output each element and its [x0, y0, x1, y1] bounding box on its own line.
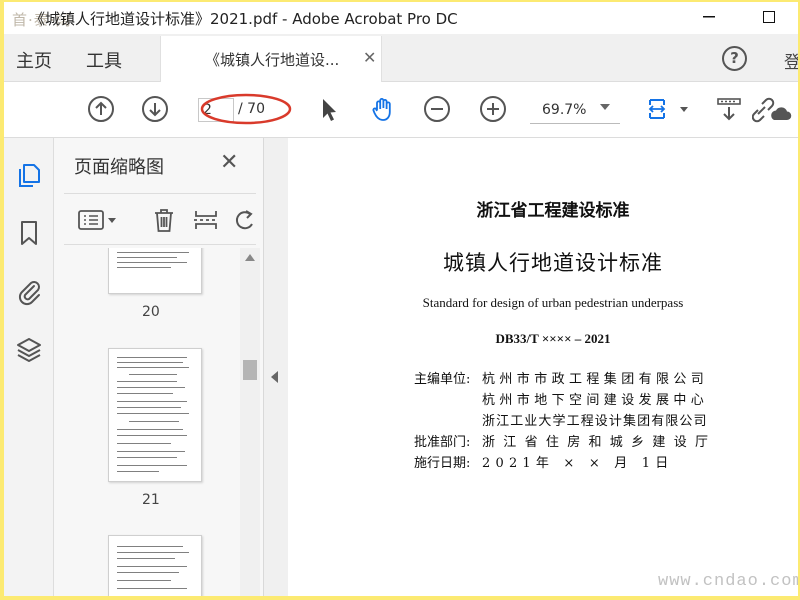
- panel-toolbar: [64, 193, 256, 245]
- maximize-button[interactable]: [754, 6, 784, 28]
- scroll-mode-icon[interactable]: [714, 94, 744, 124]
- standard-type: 浙江省工程建设标准: [476, 201, 630, 221]
- chevron-down-icon: [600, 104, 610, 110]
- options-menu-icon[interactable]: [76, 206, 120, 234]
- zoom-out-icon[interactable]: [422, 94, 452, 124]
- minimize-icon: [703, 16, 715, 18]
- document-page: 浙江省工程建设标准 城镇人行地道设计标准 Standard for design…: [288, 138, 798, 596]
- effective-date-row: 施行日期: 2021年 × × 月 1日: [414, 452, 673, 471]
- left-navigation-rail: [4, 138, 54, 596]
- split-page-icon[interactable]: [192, 206, 220, 234]
- document-title-english: Standard for design of urban pedestrian …: [422, 295, 684, 310]
- scrollbar-thumb[interactable]: [243, 360, 257, 380]
- site-watermark: www.cndao.com: [658, 572, 798, 591]
- thumbnail-page-22[interactable]: [108, 535, 202, 596]
- zoom-in-icon[interactable]: [478, 94, 508, 124]
- panel-title: 页面缩略图: [74, 157, 164, 178]
- next-page-icon[interactable]: [140, 94, 170, 124]
- hand-tool-icon[interactable]: [368, 94, 398, 124]
- approval-dept: 浙江省住房和城乡建设厅: [482, 435, 717, 450]
- effective-date-label: 施行日期:: [414, 456, 471, 471]
- collapse-left-icon: [271, 371, 278, 383]
- title-bar: 首·泰·阔 《城镇人行地道设计标准》2021.pdf - Adobe Acrob…: [4, 2, 798, 34]
- effective-date: 2021年 × × 月 1日: [482, 456, 674, 471]
- share-link-icon[interactable]: [752, 94, 792, 124]
- chief-unit-row: 主编单位: 杭州市市政工程集团有限公司: [414, 368, 708, 387]
- delete-icon[interactable]: [150, 206, 178, 234]
- tab-bar: 主页 工具 《城镇人行地道设... ✕ ? 登: [4, 34, 798, 82]
- thumbnails-panel: 页面缩略图 ✕ 20 21: [54, 138, 264, 596]
- document-title: 城镇人行地道设计标准: [443, 251, 663, 275]
- approval-row: 批准部门: 浙江省住房和城乡建设厅: [414, 431, 716, 450]
- approval-label: 批准部门:: [414, 435, 471, 450]
- zoom-dropdown[interactable]: 69.7%: [530, 96, 620, 124]
- help-icon[interactable]: ?: [722, 46, 747, 71]
- tab-document[interactable]: 《城镇人行地道设... ✕: [160, 36, 382, 82]
- toolbar: 2 / 70 69.7%: [4, 82, 798, 138]
- standard-code: DB33/T ×××× – 2021: [495, 331, 611, 346]
- thumbnail-scrollbar[interactable]: [240, 248, 260, 596]
- layers-icon[interactable]: [14, 334, 44, 364]
- attachment-icon[interactable]: [14, 276, 44, 306]
- fit-page-icon[interactable]: [644, 94, 690, 124]
- chief-unit-2: 杭州市地下空间建设发展中心: [482, 393, 709, 408]
- tab-home[interactable]: 主页: [16, 47, 52, 73]
- chief-unit-row: 杭州市地下空间建设发展中心: [414, 389, 708, 408]
- acrobat-window: 首·泰·阔 《城镇人行地道设计标准》2021.pdf - Adobe Acrob…: [4, 2, 798, 596]
- bookmark-icon[interactable]: [14, 218, 44, 248]
- thumbnail-label: 21: [142, 492, 160, 508]
- chief-unit-1: 杭州市市政工程集团有限公司: [482, 372, 709, 387]
- red-ellipse-annotation: [200, 93, 292, 125]
- thumbnail-page-21[interactable]: [108, 348, 202, 482]
- maximize-icon: [763, 11, 775, 23]
- zoom-value: 69.7%: [542, 102, 587, 118]
- tab-document-label: 《城镇人行地道设...: [205, 51, 340, 69]
- thumbnail-label: 20: [142, 304, 160, 320]
- close-tab-icon[interactable]: ✕: [363, 48, 376, 67]
- thumbnail-page-20[interactable]: [108, 248, 202, 294]
- close-panel-icon[interactable]: ✕: [220, 150, 238, 175]
- page-thumbnails-icon[interactable]: [14, 160, 44, 190]
- panel-collapse-handle[interactable]: [264, 138, 288, 596]
- chief-unit-row: 浙江工业大学工程设计集团有限公司: [414, 410, 708, 429]
- chief-unit-label: 主编单位:: [414, 372, 471, 387]
- minimize-button[interactable]: [694, 6, 724, 28]
- window-title: 《城镇人行地道设计标准》2021.pdf - Adobe Acrobat Pro…: [30, 10, 458, 28]
- rotate-icon[interactable]: [232, 206, 260, 234]
- select-cursor-icon[interactable]: [314, 94, 344, 124]
- tab-tools[interactable]: 工具: [86, 47, 122, 73]
- sign-in-link[interactable]: 登: [784, 48, 798, 73]
- previous-page-icon[interactable]: [86, 94, 116, 124]
- thumbnail-list: 20 21: [54, 248, 240, 596]
- chief-unit-3: 浙江工业大学工程设计集团有限公司: [482, 414, 708, 429]
- scroll-up-icon[interactable]: [245, 254, 255, 261]
